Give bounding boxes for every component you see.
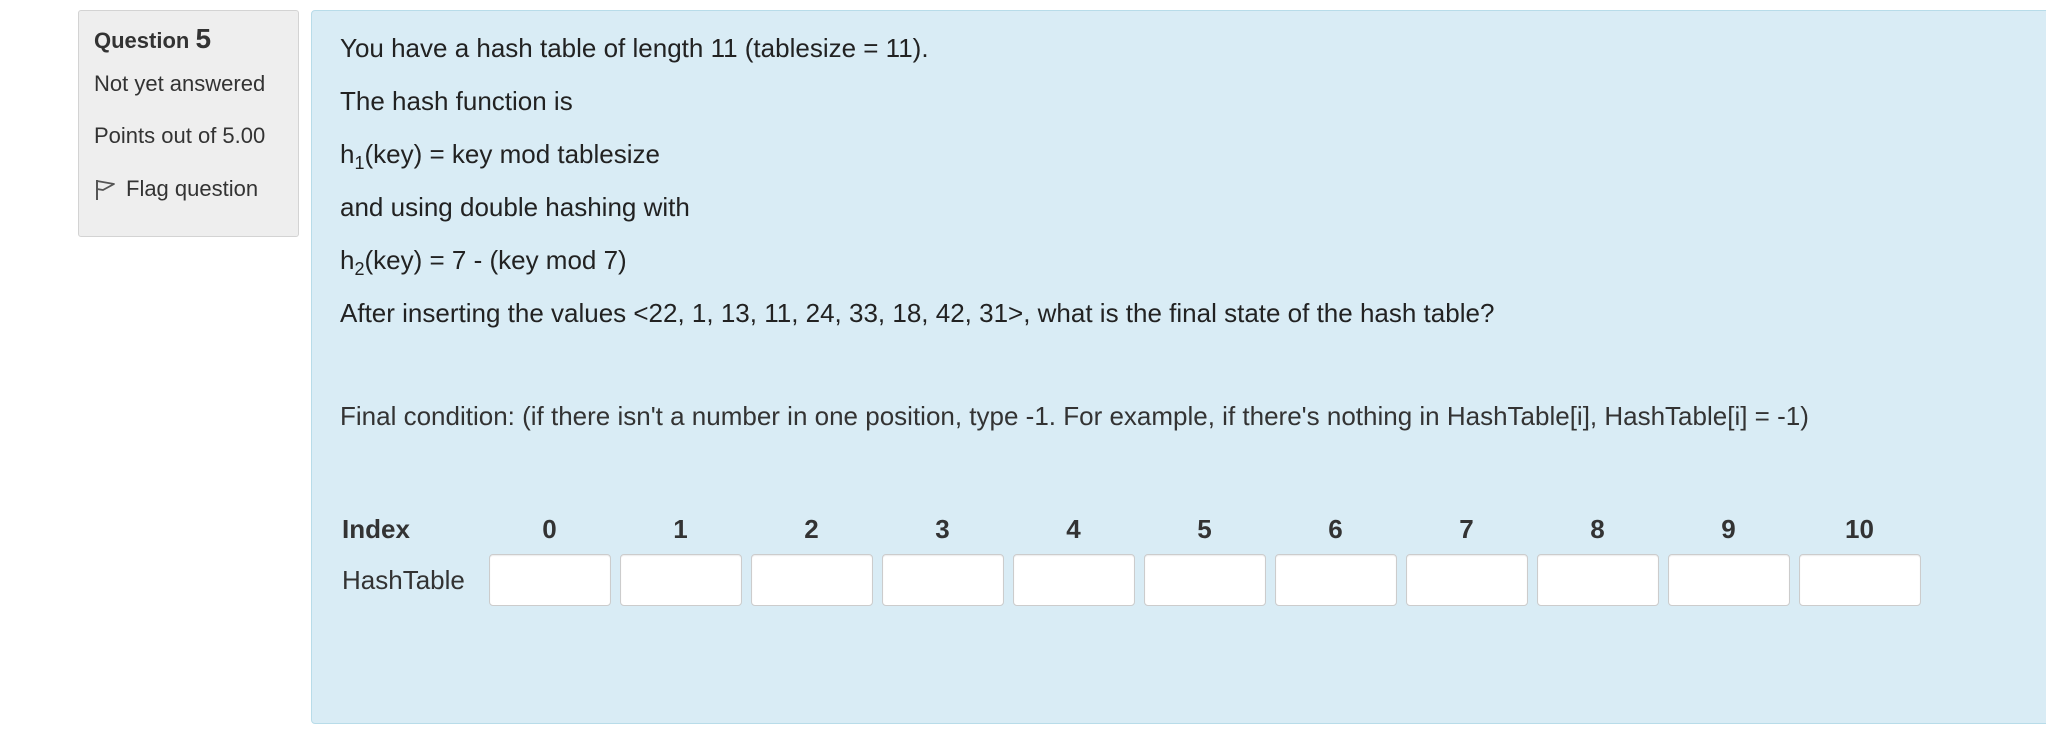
hashtable-cell-input[interactable]	[1012, 554, 1135, 606]
hashtable-label: HashTable	[342, 564, 465, 595]
index-header: 4	[1066, 513, 1081, 544]
hash-function-2: h2(key) = 7 - (key mod 7)	[340, 245, 1494, 298]
question-number: Question 5	[94, 25, 298, 53]
question-label: Question	[94, 28, 190, 53]
index-header: 9	[1721, 513, 1736, 544]
question-line-6: After inserting the values <22, 1, 13, 1…	[340, 298, 1495, 328]
hashtable-input-row: HashTable	[342, 551, 1925, 609]
h1-prefix: h	[340, 139, 355, 169]
hashtable-cell-input[interactable]	[1274, 554, 1397, 606]
question-info-panel: Question 5 Not yet answered Points out o…	[78, 10, 299, 237]
h2-subscript: 2	[354, 259, 365, 280]
h1-subscript: 1	[354, 153, 365, 174]
hashtable-cell-input[interactable]	[881, 554, 1004, 606]
index-header: 10	[1845, 513, 1874, 544]
hashtable-cell-input[interactable]	[1405, 554, 1528, 606]
hashtable-cell-input[interactable]	[1536, 554, 1659, 606]
index-header-row: Index 0 1 2 3 4 5 6 7 8 9 10	[342, 507, 1925, 551]
index-header: 3	[935, 513, 950, 544]
question-text: You have a hash table of length 11 (tabl…	[340, 33, 1494, 351]
flag-icon	[96, 180, 115, 200]
index-header: 5	[1197, 513, 1212, 544]
hashtable-cell-input[interactable]	[1667, 554, 1790, 606]
flag-question-button[interactable]: Flag question	[94, 177, 298, 201]
hashtable-cell-input[interactable]	[1798, 554, 1921, 606]
hashtable-cell-input[interactable]	[488, 554, 611, 606]
hashtable-cell-input[interactable]	[619, 554, 742, 606]
question-line-2: The hash function is	[340, 86, 573, 116]
final-condition-prompt: Final condition: (if there isn't a numbe…	[340, 401, 1809, 431]
h1-expression: (key) = key mod tablesize	[364, 139, 660, 169]
hashtable-cell-input[interactable]	[750, 554, 873, 606]
hashtable-cell-input[interactable]	[1143, 554, 1266, 606]
question-grade: Points out of 5.00	[94, 123, 266, 148]
question-number-value: 5	[195, 23, 212, 54]
index-header: 8	[1590, 513, 1605, 544]
index-header: 0	[542, 513, 557, 544]
h2-expression: (key) = 7 - (key mod 7)	[364, 245, 627, 275]
hash-function-1: h1(key) = key mod tablesize	[340, 139, 1494, 192]
question-state: Not yet answered	[94, 71, 266, 96]
hash-table-grid: Index 0 1 2 3 4 5 6 7 8 9 10 HashTable	[342, 507, 1925, 609]
index-header: 1	[673, 513, 688, 544]
index-label: Index	[342, 513, 410, 544]
index-header: 2	[804, 513, 819, 544]
question-content: You have a hash table of length 11 (tabl…	[311, 10, 2046, 724]
h2-prefix: h	[340, 245, 355, 275]
flag-question-label: Flag question	[126, 176, 259, 201]
index-header: 6	[1328, 513, 1343, 544]
question-line-4: and using double hashing with	[340, 192, 690, 222]
index-header: 7	[1459, 513, 1474, 544]
question-line-1: You have a hash table of length 11 (tabl…	[340, 33, 929, 63]
